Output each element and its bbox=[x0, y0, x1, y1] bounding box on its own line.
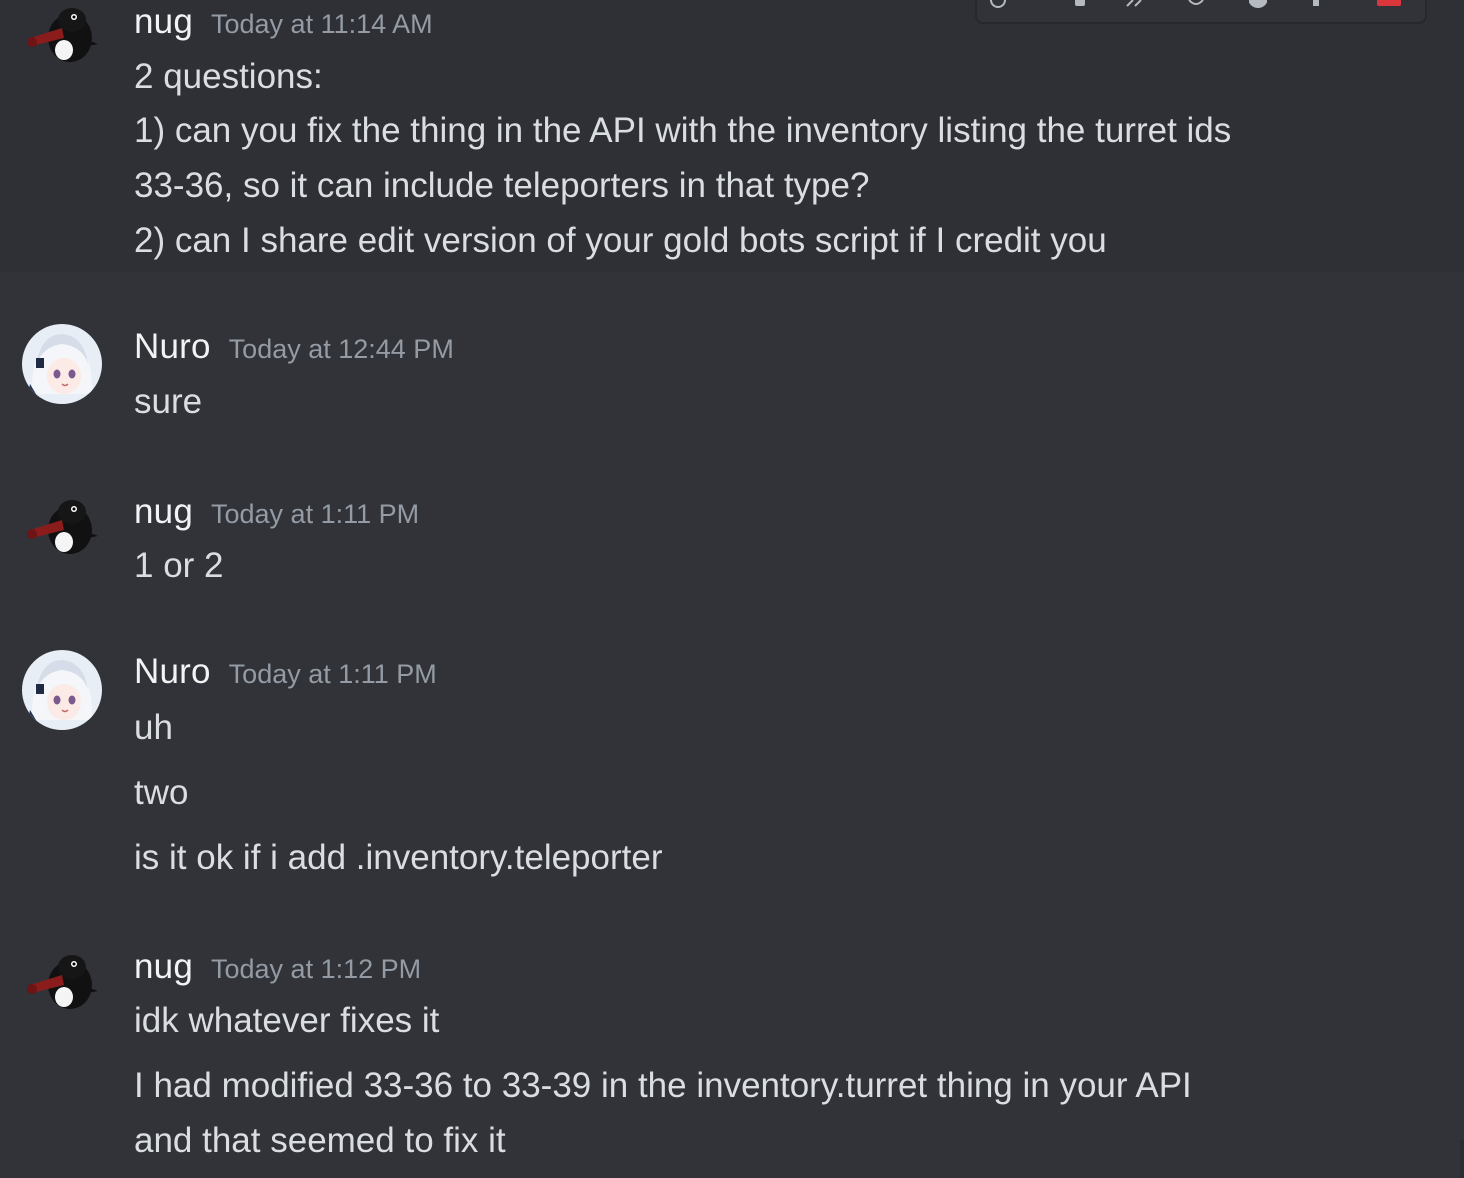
message-text: idk whatever fixes it bbox=[134, 1001, 440, 1040]
message-text: 33-36, so it can include teleporters in … bbox=[134, 166, 870, 205]
message-text: 1) can you fix the thing in the API with… bbox=[134, 111, 1232, 150]
avatar[interactable] bbox=[22, 324, 102, 404]
timestamp[interactable]: Today at 12:44 PM bbox=[229, 334, 454, 364]
username[interactable]: nug bbox=[134, 492, 193, 531]
reply-icon[interactable] bbox=[1187, 0, 1205, 10]
message-header: nug Today at 1:12 PM bbox=[134, 947, 421, 987]
message-group[interactable]: nug Today at 11:14 AM 2 questions: 1) can… bbox=[0, 0, 1464, 272]
timestamp[interactable]: Today at 11:14 AM bbox=[211, 9, 433, 39]
message-text: two bbox=[134, 773, 189, 812]
timestamp[interactable]: Today at 1:11 PM bbox=[211, 499, 419, 529]
avatar[interactable] bbox=[22, 945, 102, 1025]
timestamp[interactable]: Today at 1:11 PM bbox=[229, 659, 437, 689]
message-text: 2) can I share edit version of your gold… bbox=[134, 221, 1107, 260]
message-header: Nuro Today at 12:44 PM bbox=[134, 327, 454, 367]
penguin-avatar-icon bbox=[22, 945, 102, 1025]
avatar[interactable] bbox=[22, 490, 102, 570]
username[interactable]: Nuro bbox=[134, 652, 211, 691]
username[interactable]: Nuro bbox=[134, 327, 211, 366]
message-actions-toolbar bbox=[975, 0, 1427, 24]
timestamp[interactable]: Today at 1:12 PM bbox=[211, 954, 421, 984]
edit-icon[interactable] bbox=[1071, 0, 1089, 10]
message-group[interactable]: Nuro Today at 1:11 PM uh two is it ok if … bbox=[0, 630, 1464, 900]
username[interactable]: nug bbox=[134, 2, 193, 41]
message-header: nug Today at 1:11 PM bbox=[134, 492, 419, 532]
thread-icon[interactable] bbox=[1125, 0, 1143, 10]
message-header: nug Today at 11:14 AM bbox=[134, 2, 433, 42]
penguin-avatar-icon bbox=[22, 0, 102, 78]
message-group[interactable]: nug Today at 1:12 PM idk whatever fixes i… bbox=[0, 925, 1464, 1178]
pin-icon[interactable] bbox=[1307, 0, 1325, 10]
anime-girl-avatar-icon bbox=[22, 324, 102, 404]
message-text: and that seemed to fix it bbox=[134, 1121, 506, 1160]
avatar[interactable] bbox=[22, 0, 102, 78]
add-reaction-icon[interactable] bbox=[989, 0, 1007, 10]
anime-girl-avatar-icon bbox=[22, 650, 102, 730]
chat-messages: nug Today at 11:14 AM 2 questions: 1) can… bbox=[0, 0, 1464, 1178]
delete-icon[interactable] bbox=[1377, 0, 1401, 10]
message-text: I had modified 33-36 to 33-39 in the inv… bbox=[134, 1066, 1192, 1105]
scrollbar[interactable] bbox=[1460, 1140, 1464, 1178]
message-header: Nuro Today at 1:11 PM bbox=[134, 652, 437, 692]
message-group[interactable]: nug Today at 1:11 PM 1 or 2 bbox=[0, 470, 1464, 600]
username[interactable]: nug bbox=[134, 947, 193, 986]
penguin-avatar-icon bbox=[22, 490, 102, 570]
avatar[interactable] bbox=[22, 650, 102, 730]
message-group[interactable]: Nuro Today at 12:44 PM sure bbox=[0, 272, 1464, 422]
message-text: uh bbox=[134, 708, 173, 747]
message-text: sure bbox=[134, 382, 203, 421]
more-icon[interactable] bbox=[1249, 0, 1267, 10]
message-text: 1 or 2 bbox=[134, 546, 224, 585]
message-text: 2 questions: bbox=[134, 57, 323, 96]
message-text: is it ok if i add .inventory.teleporter bbox=[134, 838, 663, 877]
